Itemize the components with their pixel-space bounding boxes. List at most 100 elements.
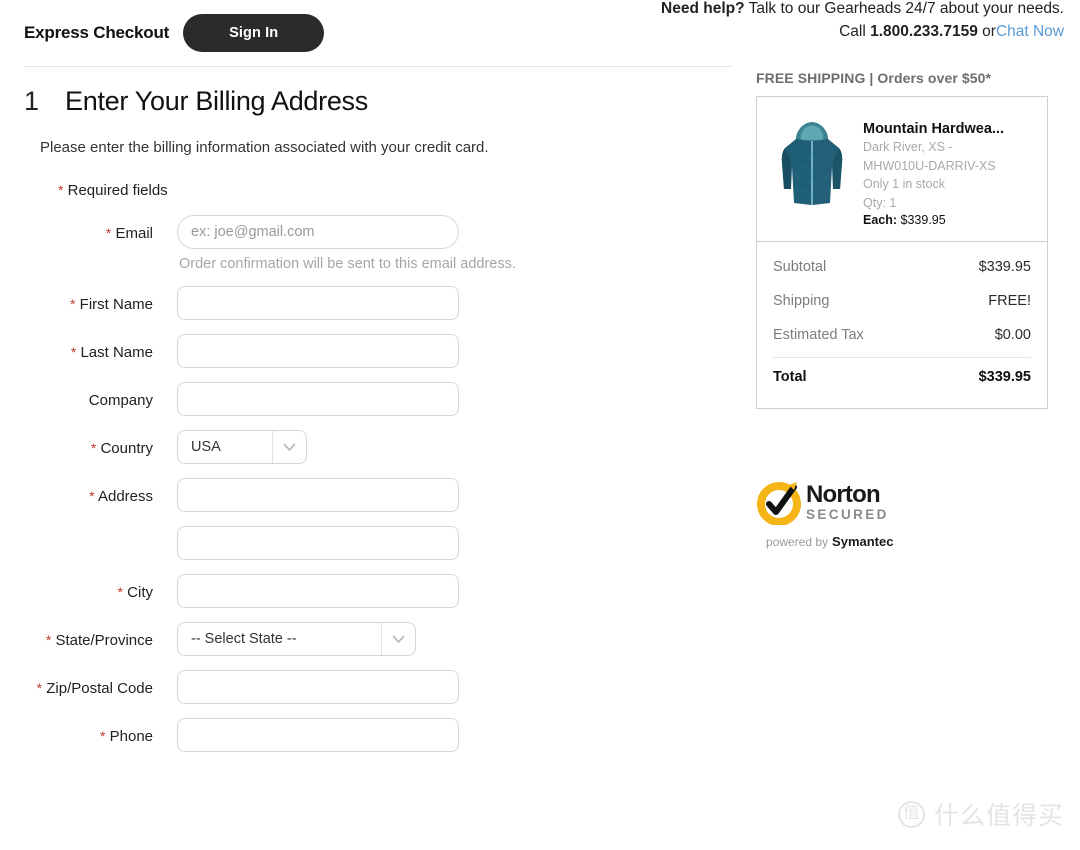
required-asterisk-icon: *: [58, 182, 64, 198]
step-heading: 1 Enter Your Billing Address: [24, 86, 740, 117]
label-text-company: Company: [88, 392, 153, 409]
input-company[interactable]: [177, 382, 459, 416]
billing-form: * Email Order confirmation will be sent t…: [0, 215, 740, 752]
chevron-down-icon: [272, 431, 306, 463]
header-divider: [24, 66, 733, 67]
powered-by-label: powered by: [766, 535, 829, 549]
required-asterisk-icon: *: [70, 344, 77, 360]
sign-in-button[interactable]: Sign In: [183, 14, 325, 52]
field-wrapper-phone: [167, 718, 459, 752]
label-text-country: Country: [100, 440, 153, 457]
input-first-name[interactable]: [177, 286, 459, 320]
product-stock: Only 1 in stock: [863, 177, 945, 191]
site-watermark: 值 什么值得买: [897, 796, 1064, 832]
norton-secured-word: SECURED: [806, 506, 889, 522]
label-text-city: City: [127, 584, 153, 601]
input-address-line-2[interactable]: [177, 526, 459, 560]
product-each-value: $339.95: [900, 213, 946, 227]
total-label-shipping: Shipping: [773, 293, 830, 309]
step-subtitle: Please enter the billing information ass…: [40, 139, 489, 156]
label-zip-postal-code: * Zip/Postal Code: [0, 670, 167, 699]
norton-checkmark-icon: [757, 482, 801, 525]
form-row-address: * Address: [0, 478, 740, 512]
form-row-country: * Country USA: [0, 430, 740, 464]
help-need-help-label: Need help?: [661, 0, 745, 17]
order-totals: Subtotal $339.95 Shipping FREE! Estimated Ta…: [757, 242, 1047, 408]
select-value-country: USA: [191, 439, 221, 455]
grand-total-value: $339.95: [978, 369, 1031, 385]
field-wrapper-first-name: [167, 286, 459, 320]
form-row-state-province: * State/Province -- Select State --: [0, 622, 740, 656]
norton-badge-main: Norton SECURED: [756, 479, 926, 525]
field-wrapper-country: USA: [167, 430, 307, 464]
label-country: * Country: [0, 430, 167, 459]
form-row-zip-postal-code: * Zip/Postal Code: [0, 670, 740, 704]
label-city: * City: [0, 574, 167, 603]
required-asterisk-icon: *: [90, 440, 97, 456]
label-first-name: * First Name: [0, 286, 167, 315]
step-number: 1: [24, 86, 40, 116]
call-or: or: [977, 23, 996, 41]
label-phone: * Phone: [0, 718, 167, 747]
product-each-price: Each: $339.95: [863, 213, 1031, 227]
label-state-province: * State/Province: [0, 622, 167, 651]
label-address: * Address: [0, 478, 167, 507]
product-name[interactable]: Mountain Hardwea...: [863, 121, 1031, 137]
jacket-illustration-icon: [781, 122, 843, 205]
form-row-address-line-2: [0, 526, 740, 560]
form-row-last-name: * Last Name: [0, 334, 740, 368]
order-summary-card: Mountain Hardwea... Dark River, XS - MHW…: [756, 96, 1048, 409]
field-wrapper-address-line-2: [167, 526, 459, 560]
label-text-phone: Phone: [109, 728, 153, 745]
required-asterisk-icon: *: [100, 728, 106, 744]
required-asterisk-icon: *: [117, 584, 123, 600]
input-email[interactable]: [177, 215, 459, 249]
input-phone[interactable]: [177, 718, 459, 752]
label-text-last-name: Last Name: [80, 344, 153, 361]
select-state-province[interactable]: -- Select State --: [177, 622, 416, 656]
total-row-subtotal: Subtotal $339.95: [773, 250, 1031, 284]
cart-item: Mountain Hardwea... Dark River, XS - MHW…: [757, 97, 1047, 241]
form-row-city: * City: [0, 574, 740, 608]
input-city[interactable]: [177, 574, 459, 608]
input-zip-postal-code[interactable]: [177, 670, 459, 704]
help-description: Talk to our Gearheads 24/7 about your ne…: [744, 0, 1064, 17]
form-row-phone: * Phone: [0, 718, 740, 752]
call-line: Call 1.800.233.7159 orChat Now: [661, 20, 1064, 43]
input-address[interactable]: [177, 478, 459, 512]
label-text-address: Address: [97, 488, 153, 505]
label-email: * Email: [0, 215, 167, 244]
watermark-text: 什么值得买: [933, 802, 1064, 830]
total-value-shipping: FREE!: [988, 293, 1031, 309]
total-row-shipping: Shipping FREE!: [773, 284, 1031, 318]
norton-wordmark: Norton SECURED: [806, 482, 889, 522]
total-row-grand: Total $339.95: [773, 358, 1031, 394]
grand-total-label: Total: [773, 369, 807, 385]
page-title: Express Checkout: [24, 23, 170, 42]
watermark-logo-icon: 值: [897, 800, 925, 828]
total-value-subtotal: $339.95: [978, 259, 1031, 275]
chat-now-link[interactable]: Chat Now: [996, 23, 1064, 40]
label-text-state-province: State/Province: [55, 632, 153, 649]
label-last-name: * Last Name: [0, 334, 167, 363]
required-asterisk-icon: *: [105, 225, 112, 241]
call-prefix: Call: [839, 23, 871, 41]
product-sku: MHW010U-DARRIV-XS: [863, 158, 996, 173]
total-label-estimated-tax: Estimated Tax: [773, 327, 864, 343]
product-qty: Qty: 1: [863, 195, 897, 210]
required-fields-note: * Required fields: [58, 182, 740, 199]
required-asterisk-icon: *: [36, 680, 43, 696]
select-country[interactable]: USA: [177, 430, 307, 464]
label-text-email: Email: [115, 225, 153, 242]
field-wrapper-city: [167, 574, 459, 608]
step-title: Enter Your Billing Address: [65, 86, 368, 116]
total-row-estimated-tax: Estimated Tax $0.00: [773, 318, 1031, 352]
label-text-first-name: First Name: [79, 296, 153, 313]
field-wrapper-zip-postal-code: [167, 670, 459, 704]
required-asterisk-icon: *: [89, 488, 95, 504]
total-value-estimated-tax: $0.00: [994, 327, 1031, 343]
input-last-name[interactable]: [177, 334, 459, 368]
brand-row: Express Checkout Sign In: [24, 14, 325, 52]
phone-number[interactable]: 1.800.233.7159: [870, 23, 978, 40]
product-details: Mountain Hardwea... Dark River, XS - MHW…: [863, 115, 1031, 227]
